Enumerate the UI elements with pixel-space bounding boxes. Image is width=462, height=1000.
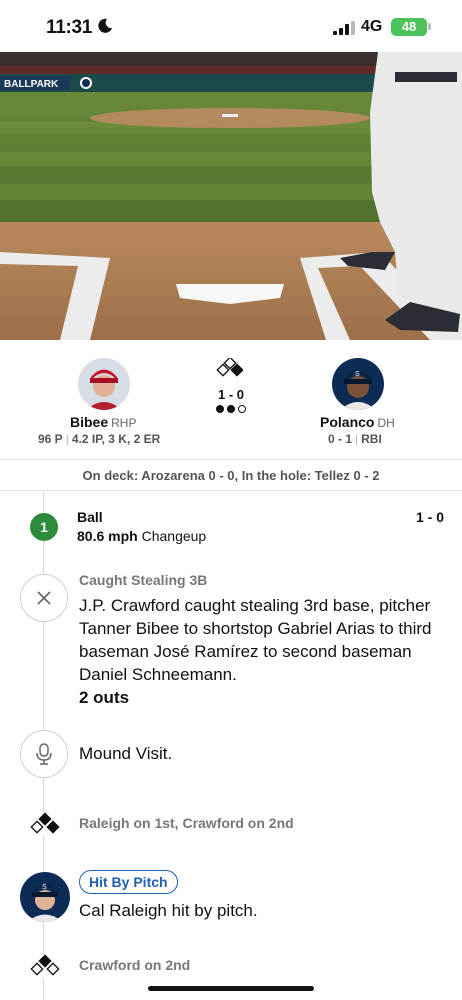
event-description: J.P. Crawford caught stealing 3rd base, …: [79, 594, 449, 709]
pitcher-pitch-count: 96 P: [38, 432, 63, 446]
moon-icon: [98, 18, 112, 33]
on-deck-bar: On deck: Arozarena 0 - 0, In the hole: T…: [0, 461, 462, 491]
batter-position: DH: [377, 416, 395, 430]
clock: 11:31: [46, 17, 93, 38]
microphone-icon: [36, 743, 52, 765]
svg-text:S: S: [42, 884, 47, 891]
bases-diamond-icon: [28, 812, 62, 836]
ballpark-scene: BALLPARK: [0, 52, 462, 340]
batter-headshot: S: [332, 358, 384, 410]
batter-name-row[interactable]: Polanco DH: [320, 414, 395, 430]
batter-rbi: RBI: [361, 432, 382, 446]
out-dot: [216, 405, 224, 413]
out-dot: [238, 405, 246, 413]
pitch-count: 1 - 0: [415, 509, 444, 525]
pitch-number-badge: 1: [30, 513, 58, 541]
pitcher-name-row[interactable]: Bibee RHP: [70, 414, 136, 430]
batter-name: Polanco: [320, 414, 375, 430]
out-dot: [227, 405, 235, 413]
event-text: J.P. Crawford caught stealing 3rd base, …: [79, 596, 432, 684]
pitcher-headshot: [78, 358, 130, 410]
status-bar: 11:31 4G 48: [0, 0, 462, 52]
batter-avatar[interactable]: S: [332, 358, 384, 410]
stadium-sign: BALLPARK: [4, 79, 59, 90]
event-icon-circle: [20, 574, 68, 622]
player-headshot: S: [20, 872, 70, 922]
count-indicator: 1 - 0: [210, 356, 252, 413]
pitch-detail: 80.6 mph Changeup: [77, 528, 206, 544]
outs-indicator: [210, 405, 252, 413]
close-x-icon: [37, 591, 51, 605]
event-label: Caught Stealing 3B: [79, 572, 208, 588]
pitch-type: Changeup: [141, 528, 207, 544]
ball-strike-count: 1 - 0: [217, 387, 244, 402]
matchup-panel: Bibee RHP 96 P | 4.2 IP, 3 K, 2 ER 1 - 0 S …: [0, 340, 462, 460]
pitcher-position: RHP: [111, 416, 137, 430]
signal-icon: [333, 21, 355, 35]
outs-text: 2 outs: [79, 688, 130, 707]
battery-tip: [428, 23, 431, 30]
mound-visit-text: Mound Visit.: [79, 744, 173, 763]
svg-text:S: S: [355, 371, 360, 378]
runners-text: Raleigh on 1st, Crawford on 2nd: [79, 815, 294, 831]
pitcher-line: 4.2 IP, 3 K, 2 ER: [71, 432, 161, 446]
event-type-badge: Hit By Pitch: [79, 870, 178, 894]
event-icon-circle: [20, 730, 68, 778]
home-indicator[interactable]: [148, 986, 314, 991]
player-avatar[interactable]: S: [20, 872, 70, 922]
hbp-text: Cal Raleigh hit by pitch.: [79, 901, 258, 920]
pitch-speed: 80.6 mph: [77, 528, 138, 544]
pitcher-avatar[interactable]: [78, 358, 130, 410]
batter-line: 0 - 1: [328, 432, 353, 446]
play-by-play-feed[interactable]: 1 Ball 80.6 mph Changeup 1 - 0 Caught St…: [0, 492, 462, 1000]
batter-stats: 0 - 1 | RBI: [328, 432, 382, 446]
pitcher-stats: 96 P | 4.2 IP, 3 K, 2 ER: [38, 432, 161, 446]
video-player[interactable]: BALLPARK: [0, 52, 462, 340]
bases-diamond-icon: [28, 954, 62, 978]
pitch-result: Ball: [77, 509, 103, 525]
battery-icon: 48: [391, 18, 427, 36]
runners-text: Crawford on 2nd: [79, 957, 191, 973]
pitcher-name: Bibee: [70, 414, 109, 430]
network-type: 4G: [361, 18, 383, 35]
bases-diamond-icon: [216, 356, 244, 377]
